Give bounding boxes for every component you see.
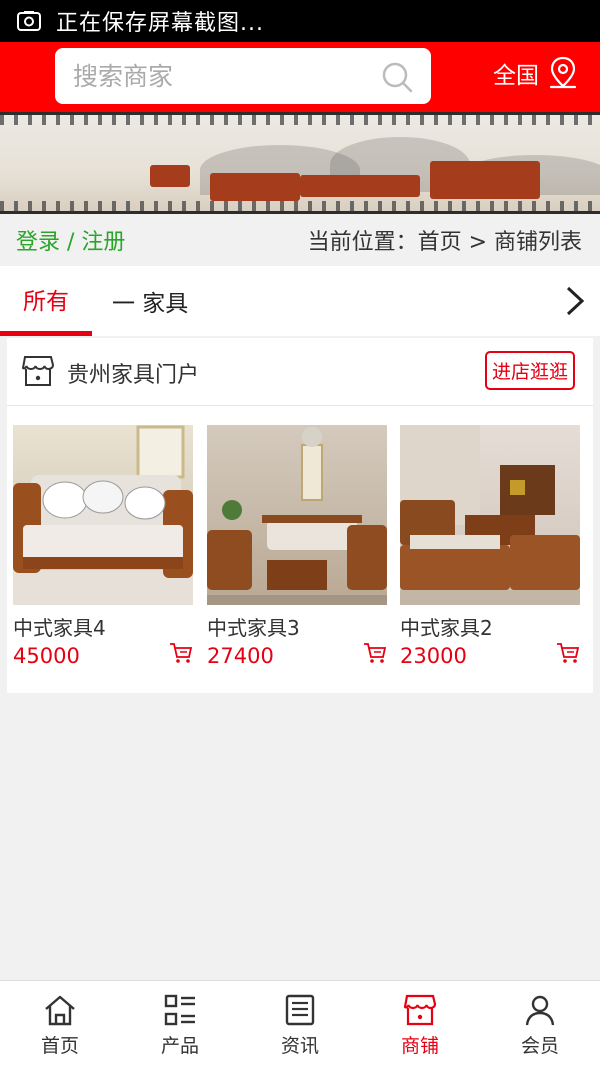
region-label: 全国: [493, 63, 539, 89]
product-name[interactable]: 中式家具3: [207, 612, 387, 641]
banner-furniture: [150, 165, 190, 187]
shop-name: 贵州家具门户: [67, 363, 200, 388]
nav-label: 产品: [160, 1035, 199, 1057]
screenshot-icon: [17, 11, 41, 31]
nav-item-stores[interactable]: 商铺: [360, 981, 480, 1067]
user-icon: [525, 995, 555, 1026]
breadcrumb: 当前位置：首页 > 商铺列表: [307, 230, 582, 255]
location-pin-icon: [549, 56, 577, 89]
nav-item-member[interactable]: 会员: [480, 981, 600, 1067]
nav-label: 会员: [520, 1035, 559, 1057]
top-header: 全国: [0, 42, 600, 112]
search-box[interactable]: [55, 48, 431, 104]
sofa-set-illustration: [400, 425, 580, 605]
nav-label: 首页: [40, 1035, 79, 1057]
visit-shop-button[interactable]: 进店逛逛: [485, 351, 576, 390]
living-room-illustration: [207, 427, 387, 605]
cart-icon[interactable]: [556, 642, 580, 664]
product-card[interactable]: 中式家具2 23000: [400, 425, 580, 668]
promo-banner[interactable]: [0, 112, 600, 214]
cart-icon[interactable]: [169, 642, 193, 664]
shop-header: 贵州家具门户 进店逛逛: [7, 338, 593, 406]
login-register-link[interactable]: 登录 / 注册: [16, 224, 125, 256]
cart-icon[interactable]: [363, 642, 387, 664]
tab-furniture[interactable]: 一 家具: [112, 266, 188, 336]
search-input[interactable]: [73, 61, 363, 91]
banner-furniture: [210, 173, 300, 201]
sofa-illustration: [13, 425, 193, 605]
banner-lattice-border: [0, 201, 600, 211]
product-image[interactable]: [400, 425, 580, 605]
nav-item-products[interactable]: 产品: [120, 981, 240, 1067]
banner-lattice-border: [0, 115, 600, 125]
search-icon[interactable]: [381, 61, 413, 93]
store-icon: [403, 994, 437, 1026]
grid-list-icon: [164, 994, 195, 1026]
product-image[interactable]: [207, 425, 387, 605]
nav-label: 资讯: [280, 1035, 319, 1057]
banner-furniture: [300, 175, 420, 197]
nav-label: 商铺: [400, 1035, 439, 1057]
news-icon: [285, 994, 315, 1026]
breadcrumb-bar: 登录 / 注册 当前位置：首页 > 商铺列表: [0, 214, 600, 266]
status-text: 正在保存屏幕截图...: [56, 11, 264, 36]
product-card[interactable]: 中式家具3 27400: [207, 425, 387, 668]
nav-item-news[interactable]: 资讯: [240, 981, 360, 1067]
store-icon: [21, 356, 55, 386]
status-bar: 正在保存屏幕截图...: [0, 0, 600, 42]
category-tabs: 所有 一 家具: [0, 266, 600, 336]
tab-all[interactable]: 所有: [0, 266, 92, 336]
product-name[interactable]: 中式家具2: [400, 612, 580, 641]
chevron-right-icon[interactable]: [564, 286, 586, 316]
product-price: 27400: [207, 644, 274, 668]
product-price: 23000: [400, 644, 467, 668]
home-icon: [45, 995, 75, 1026]
product-name[interactable]: 中式家具4: [13, 612, 193, 641]
product-price: 45000: [13, 644, 80, 668]
region-selector[interactable]: 全国: [493, 56, 579, 90]
bottom-nav: 首页 产品 资讯 商铺 会员: [0, 980, 600, 1067]
product-card[interactable]: 中式家具4 45000: [13, 425, 193, 668]
nav-item-home[interactable]: 首页: [0, 981, 120, 1067]
shop-card: 贵州家具门户 进店逛逛 中式家具4 45000 中式家具3 27400 中式家具…: [7, 338, 593, 693]
product-image[interactable]: [13, 425, 193, 605]
banner-furniture: [430, 161, 540, 199]
